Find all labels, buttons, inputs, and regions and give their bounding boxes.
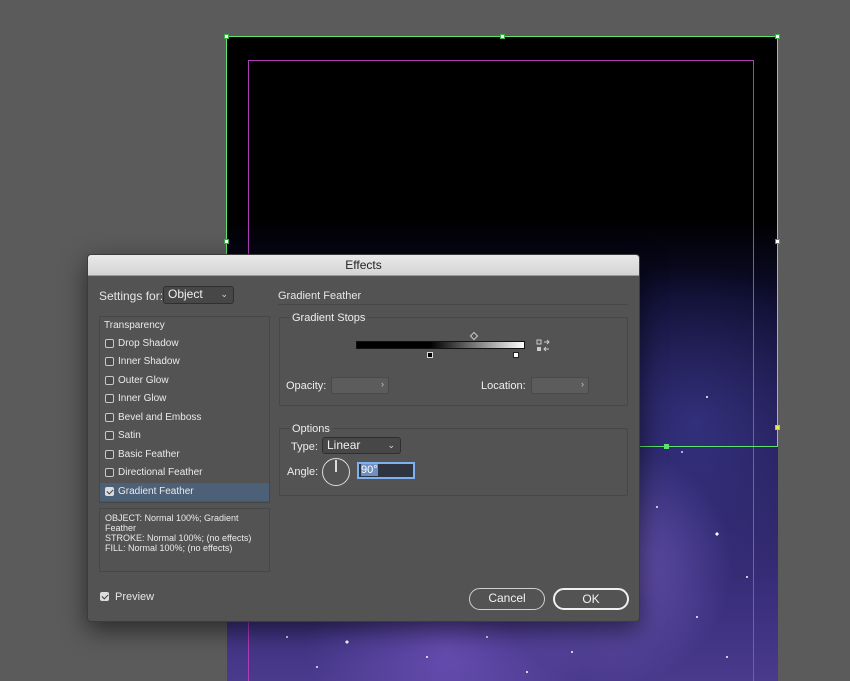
effects-summary: OBJECT: Normal 100%; Gradient Feather ST… (99, 508, 270, 572)
list-item-label: Gradient Feather (118, 486, 194, 497)
list-item-label: Directional Feather (118, 467, 203, 478)
handle-middle-left[interactable] (224, 239, 229, 244)
reverse-gradient-icon[interactable] (536, 339, 550, 353)
checkbox[interactable] (105, 468, 114, 477)
list-item-label: Bevel and Emboss (118, 412, 202, 423)
checkbox[interactable] (105, 450, 114, 459)
list-item-label: Drop Shadow (118, 338, 179, 349)
list-item-drop-shadow[interactable]: Drop Shadow (100, 335, 269, 353)
preview-checkbox[interactable] (100, 592, 109, 601)
cancel-button[interactable]: Cancel (469, 588, 545, 610)
checkbox[interactable] (105, 431, 114, 440)
angle-input[interactable]: 90° (357, 462, 415, 479)
summary-line: OBJECT: Normal 100%; Gradient Feather (105, 513, 239, 533)
angle-dial-icon[interactable] (322, 458, 350, 486)
list-item-inner-shadow[interactable]: Inner Shadow (100, 353, 269, 371)
list-item-basic-feather[interactable]: Basic Feather (100, 446, 269, 464)
gradient-stop-start[interactable] (427, 352, 433, 358)
settings-for-dropdown[interactable]: Object ⌄ (163, 286, 234, 304)
gradient-stop-end[interactable] (513, 352, 519, 358)
section-divider (278, 304, 628, 305)
list-item-directional-feather[interactable]: Directional Feather (100, 464, 269, 482)
list-item-gradient-feather[interactable]: Gradient Feather (100, 483, 269, 501)
handle-middle-right[interactable] (775, 239, 780, 244)
list-item-label: Inner Glow (118, 393, 167, 404)
effects-list-header[interactable]: Transparency (100, 317, 273, 335)
preview-label: Preview (115, 591, 155, 603)
chevron-down-icon: ⌄ (220, 289, 228, 299)
list-item-inner-glow[interactable]: Inner Glow (100, 390, 269, 408)
angle-value: 90° (361, 464, 378, 476)
effects-list: Transparency Drop Shadow Inner Shadow Ou… (99, 316, 270, 503)
summary-line: STROKE: Normal 100%; (no effects) (105, 533, 252, 543)
location-field[interactable]: › (531, 377, 589, 394)
list-item-label: Inner Shadow (118, 356, 180, 367)
opacity-field[interactable]: › (331, 377, 389, 394)
chevron-down-icon: ⌄ (387, 440, 395, 450)
checkbox[interactable] (105, 376, 114, 385)
handle-top-center[interactable] (500, 34, 505, 39)
chevron-right-icon[interactable]: › (581, 379, 584, 389)
type-value: Linear (327, 438, 361, 452)
checkbox[interactable] (105, 413, 114, 422)
type-dropdown[interactable]: Linear ⌄ (322, 437, 401, 454)
dialog-title: Effects (88, 255, 639, 276)
list-item-satin[interactable]: Satin (100, 427, 269, 445)
effects-dialog: Effects Settings for: Object ⌄ Transpare… (87, 254, 640, 622)
opacity-label: Opacity: (286, 380, 327, 392)
checkbox[interactable] (105, 357, 114, 366)
list-item-label: Satin (118, 430, 141, 441)
list-item-outer-glow[interactable]: Outer Glow (100, 372, 269, 390)
list-item-bevel-and-emboss[interactable]: Bevel and Emboss (100, 409, 269, 427)
handle-top-left[interactable] (224, 34, 229, 39)
options-title: Options (290, 423, 332, 435)
settings-for-label: Settings for: (99, 289, 164, 303)
angle-label: Angle: (287, 466, 319, 478)
list-item-label: Outer Glow (118, 375, 169, 386)
summary-line: FILL: Normal 100%; (no effects) (105, 543, 233, 553)
location-label: Location: (481, 380, 526, 392)
section-title: Gradient Feather (278, 290, 362, 302)
handle-bottom-right[interactable] (775, 425, 780, 430)
list-item-label: Basic Feather (118, 449, 180, 460)
handle-bottom-center[interactable] (664, 444, 669, 449)
ok-button[interactable]: OK (553, 588, 629, 610)
gradient-ramp[interactable] (356, 341, 525, 349)
gradient-stops-title: Gradient Stops (290, 312, 368, 324)
settings-for-value: Object (168, 287, 203, 301)
checkbox[interactable] (105, 394, 114, 403)
handle-top-right[interactable] (775, 34, 780, 39)
type-label: Type: (291, 441, 318, 453)
chevron-right-icon[interactable]: › (381, 379, 384, 389)
checkbox-checked[interactable] (105, 487, 114, 496)
checkbox[interactable] (105, 339, 114, 348)
